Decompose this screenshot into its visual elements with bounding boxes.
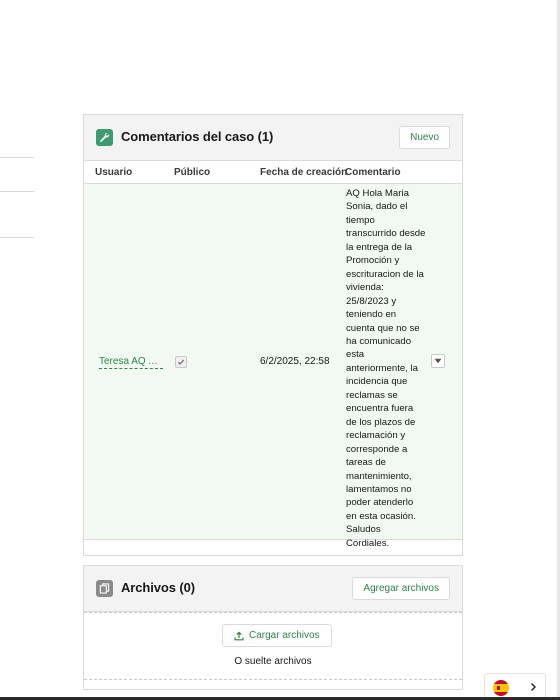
row-actions-button[interactable] <box>431 354 445 368</box>
column-header-user[interactable]: Usuario <box>95 167 132 178</box>
upload-files-button[interactable]: Cargar archivos <box>222 624 332 647</box>
add-files-button[interactable]: Agregar archivos <box>352 577 450 600</box>
case-comments-title: Comentarios del caso (1) <box>121 129 274 144</box>
divider <box>0 191 34 192</box>
language-selector[interactable] <box>484 673 546 700</box>
files-card: Archivos (0) Agregar archivos Cargar arc… <box>83 565 463 690</box>
case-comments-card: Comentarios del caso (1) Nuevo Usuario P… <box>83 114 463 556</box>
checkmark-icon <box>177 359 185 365</box>
chevron-right-icon <box>531 683 536 691</box>
divider <box>0 157 34 158</box>
background-partial-list <box>0 0 34 700</box>
file-dropzone[interactable]: Cargar archivos O suelte archivos <box>84 612 462 680</box>
comment-user-link[interactable]: Teresa AQ Ac... <box>99 356 163 369</box>
files-icon <box>96 580 113 597</box>
comments-table-header: Usuario Público Fecha de creación Coment… <box>84 161 462 184</box>
public-checkbox <box>175 356 187 368</box>
wrench-icon <box>96 129 113 146</box>
files-title: Archivos (0) <box>121 580 195 595</box>
comment-body: AQ Hola Maria Sonia, dado el tiempo tran… <box>346 188 426 549</box>
table-row: Teresa AQ Ac... 6/2/2025, 22:58 AQ Hola … <box>84 184 462 549</box>
divider <box>0 237 34 238</box>
spain-flag-icon <box>493 680 509 696</box>
column-header-created[interactable]: Fecha de creación <box>260 167 347 178</box>
column-header-public[interactable]: Público <box>174 167 210 178</box>
comment-created-date: 6/2/2025, 22:58 <box>260 356 330 367</box>
upload-files-label: Cargar archivos <box>249 630 320 641</box>
column-header-comment[interactable]: Comentario <box>345 167 401 178</box>
new-comment-button[interactable]: Nuevo <box>399 126 450 149</box>
chevron-down-icon <box>434 358 442 364</box>
files-header: Archivos (0) Agregar archivos <box>84 566 462 612</box>
upload-icon <box>234 631 244 640</box>
case-comments-header: Comentarios del caso (1) Nuevo <box>84 115 462 161</box>
drop-files-text: O suelte archivos <box>234 656 312 667</box>
